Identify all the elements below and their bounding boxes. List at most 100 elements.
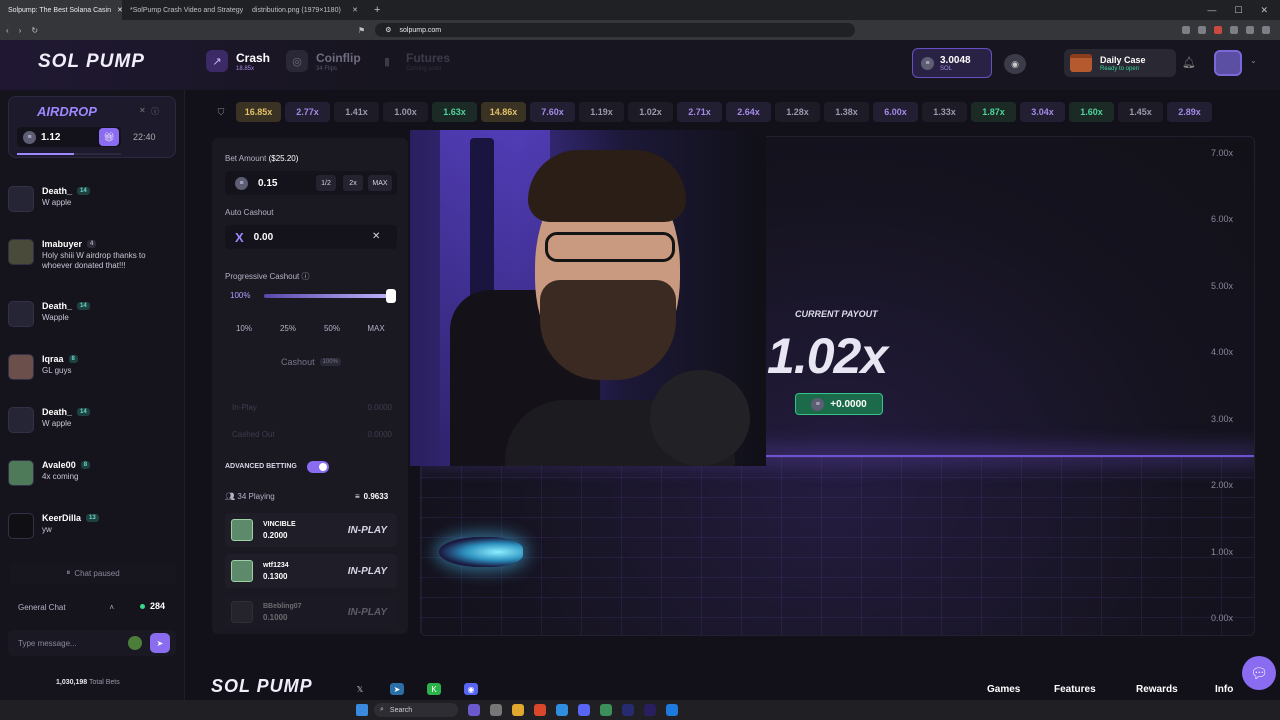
footer-link-features[interactable]: Features <box>1054 684 1096 695</box>
history-chip[interactable]: 1.63x <box>432 102 477 122</box>
history-chip[interactable]: 2.77x <box>285 102 330 122</box>
avatar[interactable] <box>8 354 34 380</box>
chat-username[interactable]: Death_ 14 <box>42 186 170 196</box>
extension-icon[interactable] <box>1262 26 1270 34</box>
history-chip[interactable]: 1.02x <box>628 102 673 122</box>
taskbar-app-icon[interactable] <box>468 704 480 716</box>
browser-tab-2[interactable]: *SolPump Crash Video and Strategy ✕ <box>122 0 244 20</box>
chat-username[interactable]: Iqraa 8 <box>42 354 170 364</box>
avatar[interactable] <box>8 186 34 212</box>
premiere-icon[interactable] <box>644 704 656 716</box>
close-icon[interactable]: ✕ <box>352 6 358 14</box>
chat-paused-banner[interactable]: ⏸︎ Chat paused <box>10 563 176 583</box>
reload-icon[interactable]: ↻ <box>31 26 38 35</box>
bookmark-icon[interactable]: ⚑ <box>358 26 365 35</box>
chat-username[interactable]: Avale00 8 <box>42 460 170 470</box>
double-bet-button[interactable]: 2x <box>343 175 363 191</box>
site-logo[interactable]: SOL PUMP <box>38 51 145 73</box>
taskbar-app-icon[interactable] <box>556 704 568 716</box>
info-icon[interactable]: ⓘ <box>302 272 310 281</box>
percent-10-button[interactable]: 10% <box>225 319 263 337</box>
chat-username[interactable]: Imabuyer 4 <box>42 239 170 249</box>
extension-icon[interactable] <box>1214 26 1222 34</box>
history-chip[interactable]: 1.33x <box>922 102 967 122</box>
wallet-icon[interactable]: ◉ <box>1004 54 1026 74</box>
maximize-icon[interactable]: ☐ <box>1234 5 1242 16</box>
game-tab-futures[interactable]: ▮ Futures Coming soon <box>376 50 450 72</box>
history-chip[interactable]: 1.00x <box>383 102 428 122</box>
history-chip[interactable]: 1.38x <box>824 102 869 122</box>
back-icon[interactable]: ‹ <box>6 26 9 35</box>
browser-tab-1[interactable]: Solpump: The Best Solana Casin ✕ <box>0 0 122 20</box>
slider-handle[interactable] <box>386 289 396 303</box>
taskbar-search[interactable]: ⌕ Search <box>374 703 458 717</box>
footer-link-rewards[interactable]: Rewards <box>1136 684 1178 695</box>
game-tab-coinflip[interactable]: ◎ Coinflip 34 Flips <box>286 50 361 72</box>
percent-25-button[interactable]: 25% <box>269 319 307 337</box>
max-bet-button[interactable]: MAX <box>368 175 392 191</box>
browser-tab-3[interactable]: distribution.png (1979×1180) ✕ <box>244 0 366 20</box>
player-row[interactable]: wtf1234 0.1300 IN-PLAY <box>225 554 397 588</box>
extension-icon[interactable] <box>1230 26 1238 34</box>
history-chip[interactable]: 1.19x <box>579 102 624 122</box>
extension-icon[interactable] <box>1246 26 1254 34</box>
cashout-button[interactable]: Cashout 100% <box>225 350 397 374</box>
info-icon[interactable]: ⓘ <box>151 106 159 117</box>
chat-channel-select[interactable]: General Chat ˄ <box>10 597 122 617</box>
footer-link-games[interactable]: Games <box>987 684 1020 695</box>
x-twitter-icon[interactable]: 𝕏 <box>353 683 367 695</box>
send-button[interactable]: ➤ <box>150 633 170 653</box>
chat-username[interactable]: Death_ 14 <box>42 407 170 417</box>
player-row[interactable]: BBebling07 0.1000 IN-PLAY <box>225 595 397 629</box>
history-chip[interactable]: 1.60x <box>1069 102 1114 122</box>
avatar[interactable] <box>8 301 34 327</box>
history-chip[interactable]: 2.64x <box>726 102 771 122</box>
taskbar-app-icon[interactable] <box>490 704 502 716</box>
history-chip[interactable]: 14.86x <box>481 102 526 122</box>
photoshop-icon[interactable] <box>622 704 634 716</box>
notification-bell-icon[interactable]: 🔔︎ <box>1182 56 1196 69</box>
messenger-icon[interactable] <box>666 704 678 716</box>
new-tab-icon[interactable]: + <box>366 4 388 16</box>
support-chat-button[interactable]: 💬︎ <box>1242 656 1276 690</box>
brave-icon[interactable] <box>534 704 546 716</box>
telegram-icon[interactable]: ➤ <box>390 683 404 695</box>
history-chip[interactable]: 2.89x <box>1167 102 1212 122</box>
extension-icon[interactable] <box>1182 26 1190 34</box>
wallet-balance[interactable]: ≡ 3.0048 SOL <box>912 48 992 78</box>
address-bar[interactable]: ⚙ solpump.com <box>375 23 856 37</box>
history-chip[interactable]: 1.41x <box>334 102 379 122</box>
close-icon[interactable]: ✕ <box>139 106 146 115</box>
avatar[interactable] <box>8 460 34 486</box>
footer-link-info[interactable]: Info <box>1215 684 1233 695</box>
history-chip[interactable]: 1.45x <box>1118 102 1163 122</box>
kick-icon[interactable]: K <box>427 683 441 695</box>
close-window-icon[interactable]: ✕ <box>1260 5 1268 16</box>
history-chip[interactable]: 7.60x <box>530 102 575 122</box>
half-bet-button[interactable]: 1/2 <box>316 175 336 191</box>
game-tab-crash[interactable]: ↗ Crash 18.85x <box>206 50 270 72</box>
windows-start-icon[interactable] <box>356 704 368 716</box>
history-chip[interactable]: 16.85x <box>236 102 281 122</box>
progressive-cashout-slider[interactable] <box>264 294 392 298</box>
forward-icon[interactable]: › <box>19 26 22 35</box>
extension-icon[interactable] <box>1198 26 1206 34</box>
airdrop-tip-button[interactable]: 🎁︎ <box>99 128 119 146</box>
avatar[interactable] <box>8 407 34 433</box>
chat-username[interactable]: Death_ 14 <box>42 301 170 311</box>
history-chip[interactable]: 1.28x <box>775 102 820 122</box>
avatar[interactable] <box>8 239 34 265</box>
daily-case-button[interactable]: Daily Case Ready to open <box>1064 49 1176 77</box>
site-info-icon[interactable]: ⚙ <box>385 26 391 34</box>
history-chip[interactable]: 6.00x <box>873 102 918 122</box>
footer-logo[interactable]: SOL PUMP <box>211 676 313 697</box>
folder-icon[interactable] <box>512 704 524 716</box>
minimize-icon[interactable]: — <box>1207 5 1216 16</box>
chat-username[interactable]: KeerDilla 13 <box>42 513 170 523</box>
discord-icon[interactable] <box>578 704 590 716</box>
shield-icon[interactable]: ⛉ <box>210 101 232 123</box>
emoji-icon[interactable] <box>128 636 142 650</box>
player-row[interactable]: VINCIBLE 0.2000 IN-PLAY <box>225 513 397 547</box>
chevron-down-icon[interactable]: ⌄ <box>1250 56 1257 65</box>
percent-max-button[interactable]: MAX <box>357 319 395 337</box>
